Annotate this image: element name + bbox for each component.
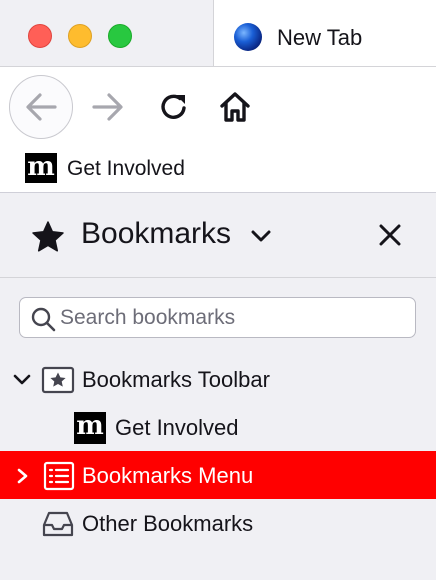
- tree-item-label: Bookmarks Toolbar: [82, 367, 270, 392]
- search-input[interactable]: [60, 298, 410, 337]
- home-icon: [220, 92, 250, 122]
- tab-new-tab[interactable]: New Tab: [213, 0, 436, 66]
- bookmarks-sidebar: Bookmarks Bookmarks Toolbar m: [0, 193, 436, 580]
- star-folder-icon: [41, 366, 75, 394]
- arrow-left-icon: [26, 93, 57, 121]
- tab-title: New Tab: [277, 25, 363, 50]
- arrow-right-icon: [92, 93, 123, 121]
- tree-item-label: Bookmarks Menu: [82, 463, 254, 488]
- title-bar: New Tab: [0, 0, 436, 67]
- forward-button[interactable]: [86, 87, 130, 127]
- chevron-down-icon[interactable]: [250, 227, 272, 245]
- chevron-right-icon[interactable]: [12, 467, 32, 485]
- window-close-button[interactable]: [28, 24, 52, 48]
- window-minimize-button[interactable]: [68, 24, 92, 48]
- bookmark-get-involved[interactable]: Get Involved: [67, 157, 185, 181]
- tree-item-other-bookmarks[interactable]: Other Bookmarks: [0, 499, 436, 547]
- tree-item-bookmarks-toolbar[interactable]: Bookmarks Toolbar: [0, 355, 436, 403]
- search-box[interactable]: [19, 297, 416, 338]
- tree-item-label: Other Bookmarks: [82, 511, 254, 536]
- bookmarks-toolbar: m Get Involved: [0, 149, 436, 193]
- firefox-globe-icon: [234, 23, 262, 51]
- menu-list-icon: [43, 461, 75, 491]
- sidebar-title[interactable]: Bookmarks: [81, 217, 231, 251]
- back-button[interactable]: [9, 75, 73, 139]
- close-icon[interactable]: [374, 219, 406, 251]
- tray-icon: [42, 511, 74, 537]
- window-zoom-button[interactable]: [108, 24, 132, 48]
- navigation-toolbar: [0, 67, 436, 149]
- tree-item-bookmarks-menu[interactable]: Bookmarks Menu: [0, 451, 436, 499]
- sidebar-header: Bookmarks: [0, 193, 436, 278]
- reload-button[interactable]: [152, 87, 196, 127]
- tree-item-label: Get Involved: [115, 415, 239, 440]
- m-logo-icon: m: [25, 153, 57, 183]
- search-icon: [31, 307, 56, 332]
- chevron-down-icon[interactable]: [12, 371, 32, 389]
- star-icon: [32, 221, 64, 252]
- tree-item-get-involved[interactable]: m Get Involved: [0, 403, 436, 451]
- home-button[interactable]: [213, 85, 257, 129]
- reload-icon: [161, 94, 186, 119]
- m-logo-icon: m: [74, 412, 106, 444]
